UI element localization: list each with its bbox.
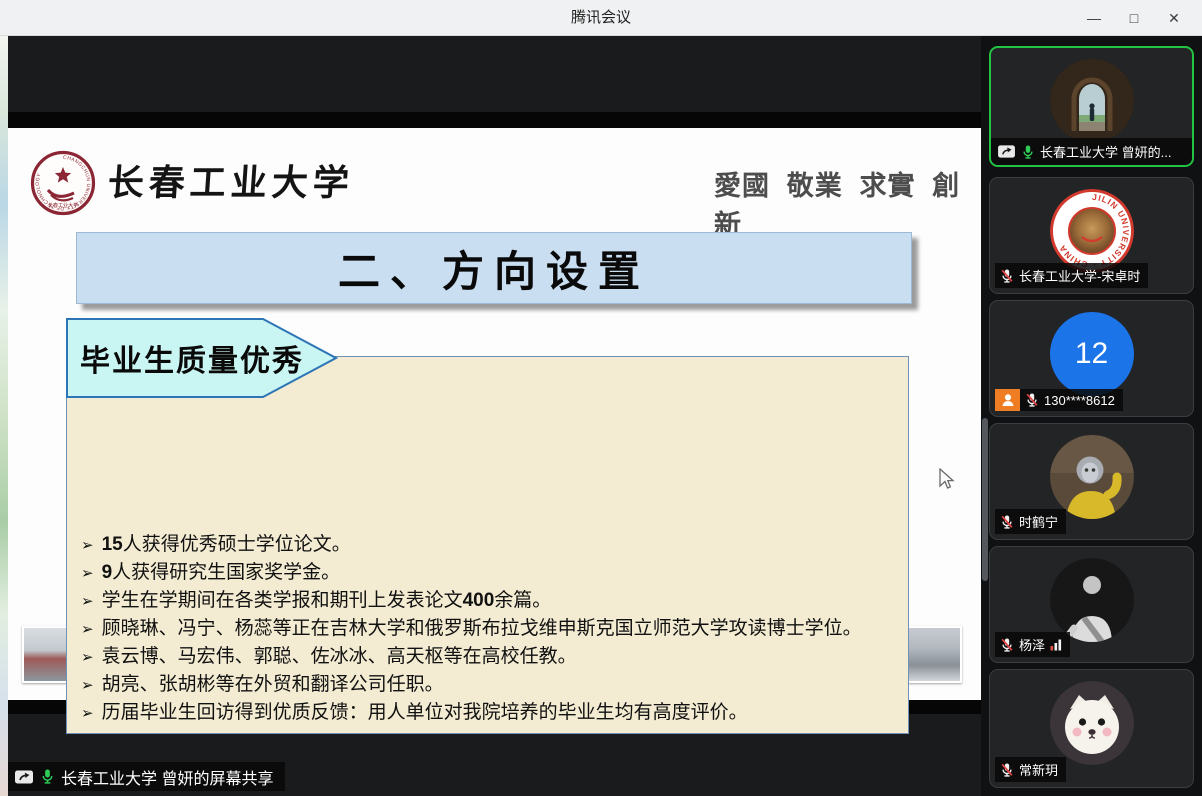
mouse-cursor	[938, 468, 956, 492]
participant-name: 常新玥	[1019, 760, 1058, 779]
avatar-masked-person-photo	[1050, 435, 1134, 519]
participant-tile[interactable]: 12 130****8612	[989, 300, 1194, 417]
avatar-bw-child-photo	[1050, 558, 1134, 642]
microphone-muted-icon	[1000, 637, 1014, 653]
bullet-item: ➢历届毕业生回访得到优质反馈：用人单位对我院培养的毕业生均有高度评价。	[81, 697, 901, 725]
callout-label: 毕业生质量优秀	[80, 318, 304, 398]
bullet-arrow-icon: ➢	[81, 648, 94, 666]
microphone-muted-icon	[1000, 514, 1014, 530]
participant-name: 130****8612	[1044, 393, 1115, 408]
screen-share-icon	[997, 144, 1016, 159]
bullet-list: ➢15人获得优秀硕士学位论文。 ➢9人获得研究生国家奖学金。 ➢学生在学期间在各…	[81, 529, 901, 725]
bullet-item: ➢顾晓琳、冯宁、杨蕊等正在吉林大学和俄罗斯布拉戈维申斯克国立师范大学攻读博士学位…	[81, 613, 901, 641]
university-motto: 愛國 敬業 求實 創新	[714, 164, 981, 242]
participant-name: 长春工业大学 曾妍的...	[1040, 142, 1171, 161]
microphone-on-icon	[40, 768, 55, 785]
avatar-jilin-university-logo: JILIN UNIVERSITY · CHINA	[1050, 189, 1134, 273]
maximize-button[interactable]: □	[1114, 0, 1154, 36]
close-button[interactable]: ✕	[1154, 0, 1194, 36]
participant-name: 时鹤宁	[1019, 512, 1058, 531]
bullet-arrow-icon: ➢	[81, 676, 94, 694]
participant-label: 长春工业大学 曾妍的...	[991, 138, 1192, 165]
bullet-arrow-icon: ➢	[81, 620, 94, 638]
seal-bottom-text: 长春工业大学	[48, 202, 78, 209]
tencent-meeting-window: 腾讯会议 — □ ✕ CHANGCHUN UNIVERSITY OF TECHN…	[0, 0, 1202, 796]
participant-name: 长春工业大学-宋卓时	[1019, 266, 1140, 285]
participant-tile[interactable]: 杨泽	[989, 546, 1194, 663]
window-titlebar: 腾讯会议 — □ ✕	[0, 0, 1202, 36]
participant-tile[interactable]: 时鹤宁	[989, 423, 1194, 540]
screen-share-icon	[14, 769, 34, 785]
participant-label: 130****8612	[1020, 389, 1123, 411]
window-title: 腾讯会议	[0, 0, 1202, 36]
microphone-on-icon	[1021, 144, 1035, 160]
participant-label: 时鹤宁	[995, 509, 1066, 534]
letterbox-stripe	[8, 112, 981, 128]
share-indicator-label: 长春工业大学 曾妍的屏幕共享	[61, 765, 273, 789]
minimize-button[interactable]: —	[1074, 0, 1114, 36]
participant-tile[interactable]: 常新玥	[989, 669, 1194, 788]
bullet-item: ➢学生在学期间在各类学报和期刊上发表论文400余篇。	[81, 585, 901, 613]
participants-sidebar: 长春工业大学 曾妍的... JILIN UNIVERSITY · CHINA	[981, 36, 1202, 796]
participant-label: 常新玥	[995, 757, 1066, 782]
member-badge-icon	[995, 389, 1020, 411]
network-signal-icon	[1050, 638, 1062, 651]
participant-label: 长春工业大学-宋卓时	[995, 263, 1148, 288]
callout-arrow: 毕业生质量优秀	[66, 318, 338, 398]
microphone-muted-icon	[1025, 392, 1039, 408]
sidebar-scrollbar[interactable]	[982, 418, 988, 581]
bullet-arrow-icon: ➢	[81, 564, 94, 582]
avatar-white-dog-photo	[1050, 681, 1134, 765]
participant-tile[interactable]: JILIN UNIVERSITY · CHINA 长春工业大学-宋卓时	[989, 177, 1194, 294]
desktop-wallpaper-edge	[0, 36, 8, 796]
content-box: ➢15人获得优秀硕士学位论文。 ➢9人获得研究生国家奖学金。 ➢学生在学期间在各…	[66, 356, 909, 734]
avatar-number-badge: 12	[1050, 312, 1134, 396]
bullet-item: ➢9人获得研究生国家奖学金。	[81, 557, 901, 585]
participant-label: 杨泽	[995, 632, 1070, 657]
presentation-slide: CHANGCHUN UNIVERSITY OF TECHNOLOGY 长春工业大…	[8, 128, 981, 700]
bullet-arrow-icon: ➢	[81, 536, 94, 554]
screen-share-indicator: 长春工业大学 曾妍的屏幕共享	[8, 762, 285, 791]
bullet-item: ➢胡亮、张胡彬等在外贸和翻译公司任职。	[81, 669, 901, 697]
university-seal-logo: CHANGCHUN UNIVERSITY OF TECHNOLOGY 长春工业大…	[30, 150, 96, 216]
university-name-calligraphy: 长春工业大学	[106, 154, 356, 206]
bullet-arrow-icon: ➢	[81, 704, 94, 722]
avatar-archway-photo	[1050, 59, 1134, 143]
section-title: 二、方向设置	[77, 233, 911, 303]
participant-tile[interactable]: 长春工业大学 曾妍的...	[989, 46, 1194, 167]
microphone-muted-icon	[1000, 268, 1014, 284]
section-title-banner: 二、方向设置	[76, 232, 912, 304]
bullet-item: ➢15人获得优秀硕士学位论文。	[81, 529, 901, 557]
bullet-item: ➢袁云博、马宏伟、郭聪、佐冰冰、高天枢等在高校任教。	[81, 641, 901, 669]
microphone-muted-icon	[1000, 762, 1014, 778]
participant-name: 杨泽	[1019, 635, 1045, 654]
bullet-arrow-icon: ➢	[81, 592, 94, 610]
